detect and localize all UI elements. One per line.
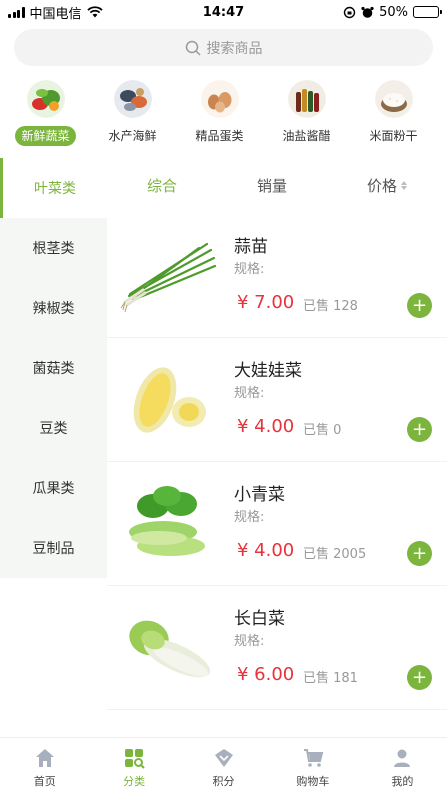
sort-bar: 综合 销量 价格	[107, 158, 447, 213]
category-strip: 新鲜蔬菜 水产海鲜 精品蛋类 油盐酱醋 米面粉干 精	[0, 80, 447, 152]
alarm-icon	[361, 6, 374, 18]
add-to-cart-button[interactable]: +	[407, 293, 432, 318]
product-sold: 已售 181	[303, 671, 358, 686]
baby-cabbage-image	[133, 367, 206, 433]
profile-icon	[394, 749, 411, 767]
sidebar-item-tofu[interactable]: 豆制品	[0, 518, 107, 578]
category-eggs[interactable]: 精品蛋类	[178, 80, 261, 152]
product-spec: 规格:	[234, 386, 265, 401]
sort-sales-tab[interactable]: 销量	[257, 175, 287, 196]
add-to-cart-button[interactable]: +	[407, 417, 432, 442]
sidebar-item-root[interactable]: 根茎类	[0, 218, 107, 278]
search-input[interactable]: 搜索商品	[14, 29, 433, 66]
product-price: ¥ 6.00	[237, 664, 295, 685]
product-price: ¥ 4.00	[237, 416, 295, 437]
napa-cabbage-image	[129, 620, 211, 678]
signal-icon	[8, 6, 25, 18]
sidebar-item-melon[interactable]: 瓜果类	[0, 458, 107, 518]
category-label: 油盐酱醋	[282, 129, 331, 143]
sidebar-item-label: 菌菇类	[32, 361, 75, 377]
cart-icon	[303, 748, 324, 767]
sidebar-item-label: 豆制品	[32, 541, 75, 557]
sidebar-item-mushroom[interactable]: 菌菇类	[0, 338, 107, 398]
sidebar-item-label: 叶菜类	[34, 181, 76, 197]
points-icon	[214, 748, 233, 767]
sidebar-item-label: 瓜果类	[32, 481, 75, 497]
category-icon	[125, 748, 145, 769]
sort-arrows-icon	[401, 181, 407, 190]
sort-overall-tab[interactable]: 综合	[147, 175, 177, 196]
sidebar-item-beans[interactable]: 豆类	[0, 398, 107, 458]
product-item[interactable]: 长白菜 规格: ¥ 6.00 已售 181 +	[107, 586, 447, 710]
battery-percent: 50%	[379, 4, 408, 20]
home-icon	[35, 748, 54, 767]
sidebar-item-label: 辣椒类	[32, 301, 75, 317]
product-name: 蒜苗	[234, 237, 268, 257]
product-price: ¥ 7.00	[237, 292, 295, 313]
status-bar: 中国电信 14:47 50%	[0, 0, 447, 24]
tab-bar: 首页 分类 积分 购物车 我的	[0, 737, 447, 797]
product-spec: 规格:	[234, 634, 265, 649]
bok-choy-image	[129, 486, 205, 556]
condiments-image	[287, 80, 326, 118]
sort-price-tab[interactable]: 价格	[367, 175, 407, 196]
category-condiments[interactable]: 油盐酱醋	[265, 80, 348, 152]
category-label: 水产海鲜	[108, 129, 157, 143]
sidebar-item-label: 根茎类	[32, 241, 75, 257]
product-sold: 已售 0	[303, 423, 342, 438]
product-price: ¥ 4.00	[237, 540, 295, 561]
rice-flour-image	[374, 80, 413, 118]
tab-label: 积分	[212, 774, 235, 788]
sidebar-item-pepper[interactable]: 辣椒类	[0, 278, 107, 338]
category-partial[interactable]: 精	[439, 80, 447, 152]
product-list: 蒜苗 规格: ¥ 7.00 已售 128 + 大娃娃菜 规格: ¥ 4.00 已…	[107, 214, 447, 710]
category-label: 米面粉干	[369, 129, 418, 143]
tab-label: 我的	[391, 774, 414, 788]
add-to-cart-button[interactable]: +	[407, 665, 432, 690]
category-rice-flour[interactable]: 米面粉干	[352, 80, 435, 152]
tab-label: 首页	[33, 774, 56, 788]
product-item[interactable]: 蒜苗 规格: ¥ 7.00 已售 128 +	[107, 214, 447, 338]
product-spec: 规格:	[234, 510, 265, 525]
tab-category[interactable]: 分类	[89, 738, 178, 797]
add-to-cart-button[interactable]: +	[407, 541, 432, 566]
product-item[interactable]: 大娃娃菜 规格: ¥ 4.00 已售 0 +	[107, 338, 447, 462]
product-sold: 已售 128	[303, 299, 358, 314]
tab-points[interactable]: 积分	[179, 738, 268, 797]
tab-profile[interactable]: 我的	[358, 738, 447, 797]
tab-home[interactable]: 首页	[0, 738, 89, 797]
eggs-image	[200, 80, 239, 118]
sort-price-label: 价格	[366, 177, 397, 195]
product-name: 长白菜	[234, 609, 285, 629]
tab-label: 购物车	[296, 774, 330, 788]
carrier-label: 中国电信	[29, 6, 82, 22]
category-seafood[interactable]: 水产海鲜	[91, 80, 174, 152]
vegetables-image	[26, 80, 65, 118]
sidebar-item-label: 豆类	[39, 421, 68, 437]
category-label: 新鲜蔬菜	[15, 126, 76, 146]
category-label: 精品蛋类	[195, 129, 244, 143]
garlic-sprout-image	[120, 242, 217, 313]
product-spec: 规格:	[234, 262, 265, 277]
category-vegetables[interactable]: 新鲜蔬菜	[4, 80, 87, 152]
product-name: 小青菜	[234, 485, 285, 505]
sidebar: 叶菜类 根茎类 辣椒类 菌菇类 豆类 瓜果类 豆制品	[0, 158, 107, 578]
tab-cart[interactable]: 购物车	[268, 738, 357, 797]
battery-icon	[413, 6, 442, 18]
wifi-icon	[86, 6, 103, 18]
seafood-image	[113, 80, 152, 118]
search-placeholder: 搜索商品	[206, 40, 263, 57]
product-sold: 已售 2005	[303, 547, 367, 562]
search-icon	[185, 40, 201, 56]
rotation-lock-icon	[343, 6, 356, 18]
product-name: 大娃娃菜	[234, 361, 302, 381]
product-item[interactable]: 小青菜 规格: ¥ 4.00 已售 2005 +	[107, 462, 447, 586]
sidebar-item-leafy[interactable]: 叶菜类	[0, 158, 107, 218]
tab-label: 分类	[123, 774, 146, 788]
